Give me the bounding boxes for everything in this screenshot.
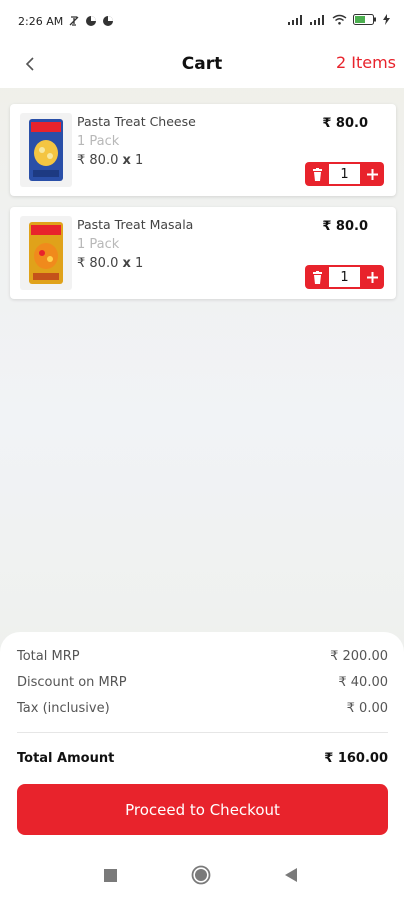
summary-value: ₹ 200.00 [330, 649, 388, 664]
product-image [20, 216, 72, 290]
data-saver-icon [85, 15, 97, 27]
cart-item[interactable]: Pasta Treat Masala 1 Pack ₹ 80.0 x 1 ₹ 8… [10, 207, 396, 299]
summary-total: Total Amount ₹ 160.00 [17, 751, 388, 766]
summary-row-tax: Tax (inclusive) ₹ 0.00 [17, 701, 388, 716]
status-left: 2:26 AM [18, 15, 114, 28]
increment-button[interactable] [360, 162, 384, 186]
quantity-value: 1 [329, 267, 360, 287]
system-nav-bar [0, 852, 404, 900]
item-total: ₹ 80.0 [322, 219, 368, 234]
status-time: 2:26 AM [18, 14, 64, 28]
back-nav-button[interactable] [280, 864, 302, 886]
plus-icon [366, 271, 378, 283]
item-name: Pasta Treat Masala [77, 217, 194, 232]
signal-icon [288, 14, 304, 28]
summary-label: Tax (inclusive) [17, 701, 110, 716]
recents-button[interactable] [99, 864, 121, 886]
item-unit-price: ₹ 80.0 x 1 [77, 153, 143, 168]
unit-price: ₹ 80.0 [77, 153, 119, 168]
total-label: Total Amount [17, 751, 115, 766]
summary-label: Total MRP [17, 649, 80, 664]
trash-icon [312, 270, 322, 284]
status-right [288, 14, 390, 28]
app-header: Cart 2 Items [0, 42, 404, 88]
item-pack: 1 Pack [77, 134, 120, 149]
item-pack: 1 Pack [77, 237, 120, 252]
item-name: Pasta Treat Cheese [77, 114, 196, 129]
charging-icon [383, 14, 390, 28]
summary-row-discount: Discount on MRP ₹ 40.00 [17, 675, 388, 690]
item-count: 2 Items [335, 53, 396, 72]
unit-price: ₹ 80.0 [77, 256, 119, 271]
increment-button[interactable] [360, 265, 384, 289]
quantity-stepper: 1 [305, 265, 384, 289]
status-bar: 2:26 AM [0, 0, 404, 42]
plus-icon [366, 168, 378, 180]
total-value: ₹ 160.00 [324, 751, 388, 766]
summary-label: Discount on MRP [17, 675, 127, 690]
unit-qty: 1 [135, 256, 144, 271]
multiply-sign: x [122, 153, 131, 168]
wifi-icon [332, 14, 347, 28]
quantity-stepper: 1 [305, 162, 384, 186]
item-total: ₹ 80.0 [322, 116, 368, 131]
quantity-value: 1 [329, 164, 360, 184]
signal-icon [310, 14, 326, 28]
cart-item[interactable]: Pasta Treat Cheese 1 Pack ₹ 80.0 x 1 ₹ 8… [10, 104, 396, 196]
summary-row-total-mrp: Total MRP ₹ 200.00 [17, 649, 388, 664]
proceed-to-checkout-button[interactable]: Proceed to Checkout [17, 784, 388, 835]
item-unit-price: ₹ 80.0 x 1 [77, 256, 143, 271]
recents-square-icon [103, 868, 117, 882]
home-circle-icon [191, 865, 211, 885]
mute-icon [68, 15, 80, 27]
product-image [20, 113, 72, 187]
order-summary: Total MRP ₹ 200.00 Discount on MRP ₹ 40.… [0, 632, 404, 852]
unit-qty: 1 [135, 153, 144, 168]
trash-icon [312, 167, 322, 181]
multiply-sign: x [122, 256, 131, 271]
battery-icon [353, 14, 377, 28]
back-triangle-icon [285, 868, 297, 882]
home-button[interactable] [190, 864, 212, 886]
delete-button[interactable] [305, 162, 329, 186]
cart-list: Pasta Treat Cheese 1 Pack ₹ 80.0 x 1 ₹ 8… [10, 104, 396, 310]
delete-button[interactable] [305, 265, 329, 289]
data-saver-icon [102, 15, 114, 27]
divider [17, 732, 388, 733]
summary-value: ₹ 40.00 [338, 675, 388, 690]
summary-value: ₹ 0.00 [346, 701, 388, 716]
